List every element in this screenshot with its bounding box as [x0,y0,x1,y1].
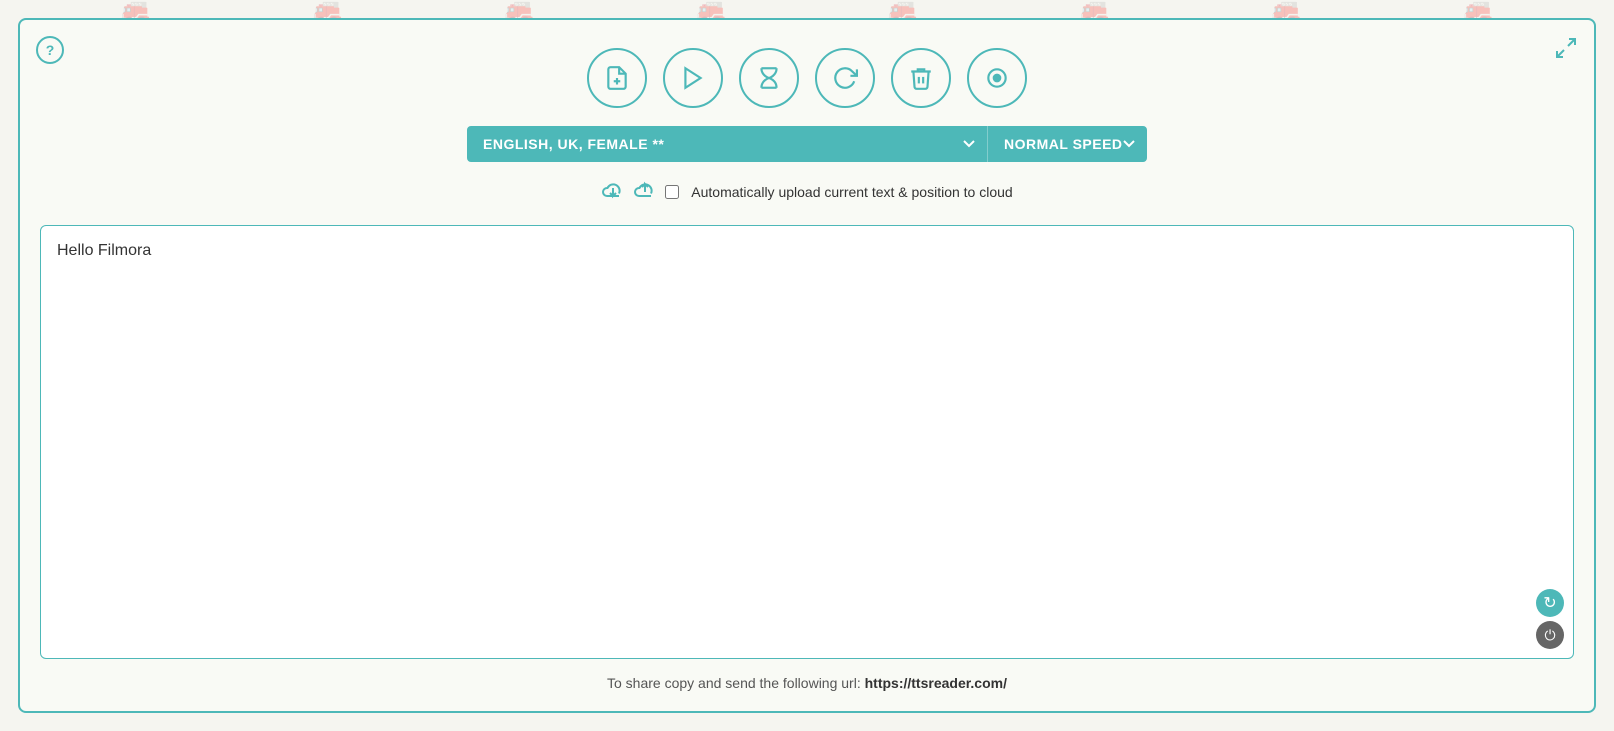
cloud-download-icon[interactable] [601,176,625,207]
cloud-row: Automatically upload current text & posi… [601,176,1012,207]
textarea-icons: ↻ ⏻ [1536,589,1564,649]
fullscreen-icon[interactable] [1554,36,1578,66]
text-area-wrapper: Hello Filmora ↻ ⏻ [40,225,1574,659]
cloud-upload-icon[interactable] [633,176,657,207]
speed-select[interactable]: SLOW SPEED NORMAL SPEED FAST SPEED VERY … [987,126,1147,162]
timer-button[interactable] [739,48,799,108]
record-button[interactable] [967,48,1027,108]
selectors-row: ENGLISH, UK, FEMALE ** ENGLISH, US, MALE… [467,126,1147,162]
power-icon[interactable]: ⏻ [1536,621,1564,649]
main-container: ? [18,18,1596,713]
main-textarea[interactable]: Hello Filmora [40,225,1574,659]
toolbar [587,48,1027,108]
delete-button[interactable] [891,48,951,108]
share-link: https://ttsreader.com/ [865,675,1007,691]
play-button[interactable] [663,48,723,108]
reload-button[interactable] [815,48,875,108]
auto-upload-label: Automatically upload current text & posi… [691,184,1012,200]
help-icon[interactable]: ? [36,36,64,64]
auto-upload-checkbox[interactable] [665,185,679,199]
import-file-button[interactable] [587,48,647,108]
share-text: To share copy and send the following url… [607,675,861,691]
voice-select[interactable]: ENGLISH, UK, FEMALE ** ENGLISH, US, MALE… [467,126,987,162]
share-row: To share copy and send the following url… [607,675,1007,691]
background-decoration: 🚒 🚒 🚒 🚒 🚒 🚒 🚒 🚒 [0,0,1614,20]
refresh-icon[interactable]: ↻ [1536,589,1564,617]
